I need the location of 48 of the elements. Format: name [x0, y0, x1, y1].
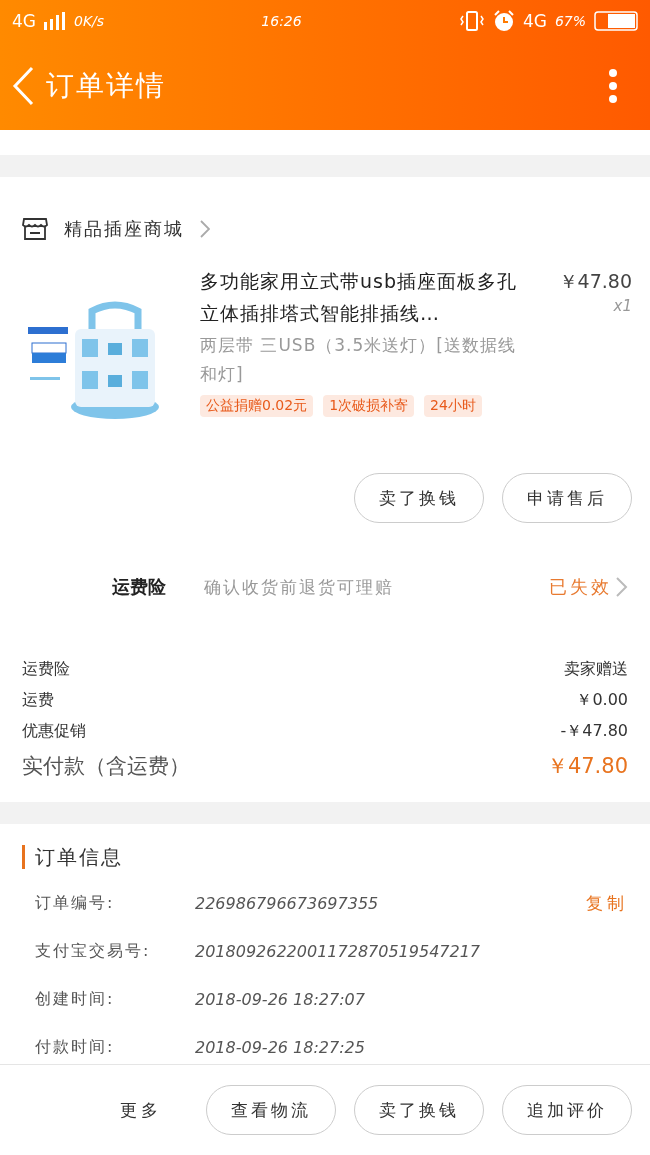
total-label: 实付款（含运费） [22, 753, 190, 780]
product-price: ￥47.80 [558, 269, 632, 294]
cost-label: 优惠促销 [22, 720, 86, 742]
back-icon[interactable] [12, 66, 34, 106]
cost-label: 运费 [22, 689, 54, 711]
clock-time: 16:26 [261, 13, 302, 29]
info-value: 226986796673697355 [195, 893, 379, 913]
item-action-button[interactable]: 卖了换钱 [354, 473, 484, 523]
info-label: 付款时间: [35, 1036, 116, 1058]
info-label: 支付宝交易号: [35, 940, 152, 962]
signal-icon [44, 12, 66, 30]
order-action-button[interactable]: 卖了换钱 [354, 1085, 484, 1135]
product-title[interactable]: 多功能家用立式带usb插座面板多孔立体插排塔式智能排插线… [200, 265, 530, 329]
total-value: ￥47.80 [546, 753, 628, 780]
more-link[interactable]: 更多 [120, 1098, 162, 1122]
battery-icon [594, 11, 638, 31]
item-action-button[interactable]: 申请售后 [502, 473, 632, 523]
speed-label: 0K/s [74, 13, 105, 29]
cost-label: 运费险 [22, 658, 70, 680]
info-value: 2018-09-26 18:27:25 [195, 1037, 365, 1057]
alarm-icon [492, 10, 515, 32]
info-label: 订单编号: [35, 892, 116, 914]
cost-value: 卖家赠送 [564, 658, 628, 680]
insurance-label: 运费险 [112, 575, 167, 599]
order-action-button[interactable]: 追加评价 [502, 1085, 632, 1135]
product-quantity: x1 [613, 297, 632, 315]
shop-name[interactable]: 精品插座商城 [64, 217, 184, 241]
info-value: 2018092622001172870519547217 [195, 941, 481, 961]
network-label: 4G [12, 11, 36, 31]
chevron-icon [616, 577, 628, 597]
chevron-icon [200, 220, 210, 238]
vibrate-icon [458, 11, 485, 31]
product-tag: 24小时 [424, 395, 482, 417]
page-title: 订单详情 [46, 68, 166, 104]
cost-value: -￥47.80 [560, 720, 628, 742]
more-icon[interactable] [608, 69, 618, 103]
store-icon [22, 217, 48, 241]
data-label: 4G [522, 11, 547, 31]
info-value: 2018-09-26 18:27:07 [195, 989, 365, 1009]
info-label: 创建时间: [35, 988, 116, 1010]
product-spec: 两层带 三USB（3.5米送灯）[送数据线和灯] [200, 334, 517, 386]
section-title: 订单信息 [22, 845, 123, 869]
order-action-button[interactable]: 查看物流 [206, 1085, 336, 1135]
product-tag: 1次破损补寄 [323, 395, 415, 417]
cost-value: ￥0.00 [576, 689, 628, 711]
insurance-description: 确认收货前退货可理赔 [204, 576, 395, 599]
product-tag: 公益捐赠0.02元 [200, 395, 314, 417]
battery-label: 67% [554, 13, 586, 29]
